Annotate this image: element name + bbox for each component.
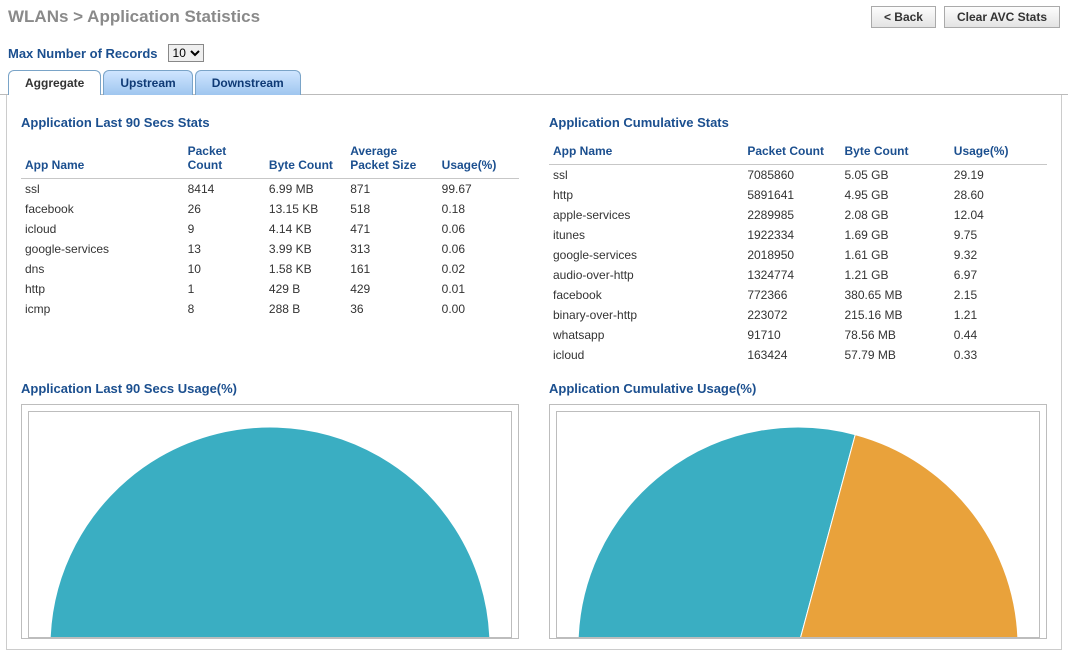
table-row: google-services133.99 KB3130.06 — [21, 239, 519, 259]
breadcrumb: WLANs > Application Statistics — [8, 7, 260, 27]
table-row: apple-services22899852.08 GB12.04 — [549, 205, 1047, 225]
content-scroll[interactable]: Application Last 90 Secs Stats App Name … — [6, 95, 1062, 650]
max-records-select[interactable]: 10 — [168, 44, 204, 62]
table-row: ssl70858605.05 GB29.19 — [549, 165, 1047, 186]
tab-aggregate[interactable]: Aggregate — [8, 70, 101, 95]
last90-usage-title: Application Last 90 Secs Usage(%) — [21, 381, 519, 396]
pie-slice — [50, 427, 490, 638]
table-row: icloud94.14 KB4710.06 — [21, 219, 519, 239]
cum-usage-chart — [549, 404, 1047, 639]
table-row: dns101.58 KB1610.02 — [21, 259, 519, 279]
table-row: facebook772366380.65 MB2.15 — [549, 285, 1047, 305]
table-row: audio-over-http13247741.21 GB6.97 — [549, 265, 1047, 285]
table-row: http58916414.95 GB28.60 — [549, 185, 1047, 205]
col-app: App Name — [21, 138, 184, 179]
col-avg: Average Packet Size — [346, 138, 437, 179]
col-byte: Byte Count — [840, 138, 949, 165]
table-row: google-services20189501.61 GB9.32 — [549, 245, 1047, 265]
table-row: binary-over-http223072215.16 MB1.21 — [549, 305, 1047, 325]
table-row: ssl84146.99 MB87199.67 — [21, 179, 519, 200]
cum-usage-title: Application Cumulative Usage(%) — [549, 381, 1047, 396]
table-row: facebook2613.15 KB5180.18 — [21, 199, 519, 219]
clear-avc-stats-button[interactable]: Clear AVC Stats — [944, 6, 1060, 28]
back-button[interactable]: < Back — [871, 6, 936, 28]
col-pkt: Packet Count — [743, 138, 840, 165]
table-row: whatsapp9171078.56 MB0.44 — [549, 325, 1047, 345]
table-row: icmp8288 B360.00 — [21, 299, 519, 319]
col-pkt: Packet Count — [184, 138, 265, 179]
col-usage: Usage(%) — [950, 138, 1047, 165]
last90-table: App Name Packet Count Byte Count Average… — [21, 138, 519, 319]
tab-upstream[interactable]: Upstream — [103, 70, 192, 95]
table-row: itunes19223341.69 GB9.75 — [549, 225, 1047, 245]
table-row: http1429 B4290.01 — [21, 279, 519, 299]
max-records-label: Max Number of Records — [8, 46, 158, 61]
last90-title: Application Last 90 Secs Stats — [21, 115, 519, 130]
cum-title: Application Cumulative Stats — [549, 115, 1047, 130]
tab-downstream[interactable]: Downstream — [195, 70, 301, 95]
col-byte: Byte Count — [265, 138, 346, 179]
col-usage: Usage(%) — [438, 138, 519, 179]
cum-table: App Name Packet Count Byte Count Usage(%… — [549, 138, 1047, 365]
last90-usage-chart — [21, 404, 519, 639]
col-app: App Name — [549, 138, 743, 165]
table-row: icloud16342457.79 MB0.33 — [549, 345, 1047, 365]
